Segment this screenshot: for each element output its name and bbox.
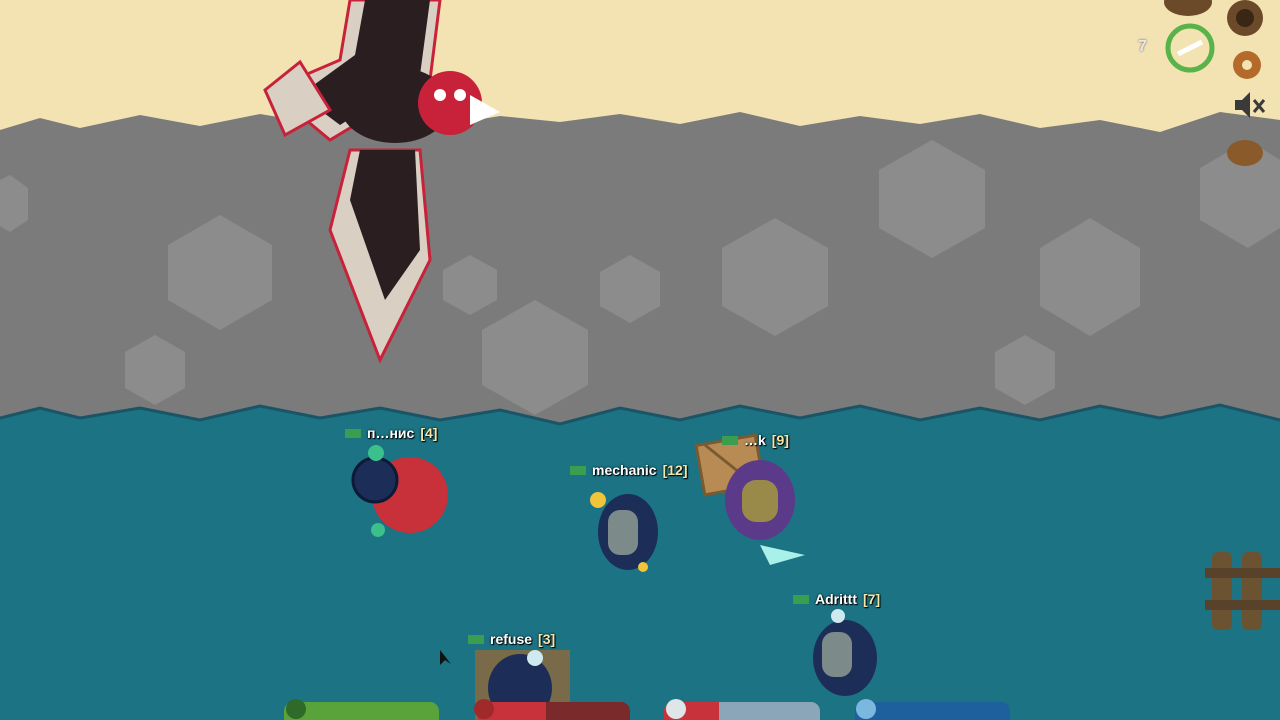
player-level: [9] — [771, 432, 789, 448]
player-name-tag: Adrittt [7] — [793, 591, 880, 607]
team-flag — [793, 594, 809, 604]
mouse-cursor — [440, 650, 451, 665]
team-flag — [722, 435, 738, 445]
player-name: …k — [744, 432, 766, 448]
thermometer-icon — [666, 699, 686, 719]
heart-icon — [286, 699, 306, 719]
water-bar — [855, 702, 1010, 720]
player-name: п…нис — [367, 425, 415, 441]
player-level: [3] — [538, 631, 556, 647]
player-name-tag: …k [9] — [722, 432, 789, 448]
temperature-bar — [664, 702, 820, 720]
hud-icons — [1164, 0, 1266, 166]
meat-food-icon[interactable] — [1227, 140, 1263, 166]
player-k[interactable] — [725, 460, 805, 565]
player-name: mechanic — [592, 462, 657, 478]
wooden-fence — [1205, 552, 1280, 630]
player-kraken[interactable] — [351, 445, 448, 537]
sound-muted-icon[interactable] — [1235, 92, 1266, 118]
team-flag — [468, 634, 484, 644]
player-mechanic[interactable] — [590, 492, 658, 572]
player-name-tag: mechanic [12] — [570, 462, 688, 478]
health-bar-fill — [284, 702, 439, 720]
player-level: [12] — [662, 462, 688, 478]
player-level: [7] — [863, 591, 881, 607]
xp-counter: 7 — [1138, 38, 1147, 55]
player-name: refuse — [490, 631, 533, 647]
player-level: [4] — [420, 425, 438, 441]
player-name-tag: п…нис [4] — [345, 425, 437, 441]
water-drop-icon — [856, 699, 876, 719]
player-adrittt[interactable] — [813, 609, 877, 696]
team-flag — [570, 465, 586, 475]
team-flag — [345, 428, 361, 438]
meat-icon — [474, 699, 494, 719]
food-bar — [478, 702, 630, 720]
player-name-tag: refuse [3] — [468, 631, 555, 647]
water-bar-fill — [855, 702, 1010, 720]
reset-icon[interactable] — [1165, 23, 1215, 73]
health-bar — [284, 702, 439, 720]
shop-icon[interactable] — [1164, 0, 1212, 16]
game-scene[interactable] — [0, 0, 1280, 720]
compass-icon[interactable] — [1227, 0, 1263, 36]
settings-gear-icon[interactable] — [1233, 51, 1261, 79]
player-name: Adrittt — [815, 591, 857, 607]
